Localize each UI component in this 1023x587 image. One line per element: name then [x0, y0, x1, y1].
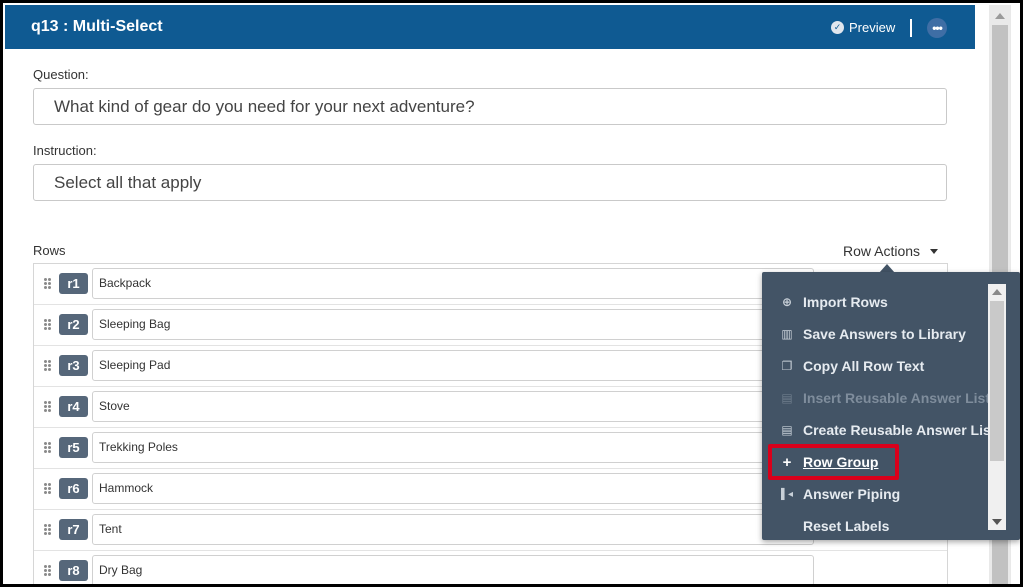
menu-item-save-answers[interactable]: ▥ Save Answers to Library [780, 324, 966, 344]
ellipsis-icon: ••• [932, 21, 943, 35]
row-id-badge: r5 [59, 437, 88, 458]
menu-item-label: Copy All Row Text [803, 358, 925, 374]
row-id-badge: r8 [59, 560, 88, 581]
drag-handle-icon[interactable] [44, 401, 52, 413]
question-input[interactable]: What kind of gear do you need for your n… [33, 88, 947, 125]
menu-item-reset-labels[interactable]: Reset Labels [780, 516, 889, 536]
row-id-badge: r2 [59, 314, 88, 335]
drag-handle-icon[interactable] [44, 360, 52, 372]
row-id-badge: r3 [59, 355, 88, 376]
row-actions-menu: ⊕ Import Rows ▥ Save Answers to Library … [762, 272, 1020, 540]
instruction-label: Instruction: [33, 143, 97, 158]
header-divider [910, 19, 912, 37]
app-frame: q13 : Multi-Select ✓ Preview ••• Questio… [0, 0, 1023, 587]
piping-icon: ▌◂ [780, 488, 794, 500]
drag-handle-icon[interactable] [44, 278, 52, 290]
more-options-button[interactable]: ••• [927, 18, 947, 38]
drag-handle-icon[interactable] [44, 483, 52, 495]
row-text-input[interactable]: Hammock [92, 473, 814, 504]
menu-scrollbar[interactable] [988, 284, 1006, 530]
instruction-input[interactable]: Select all that apply [33, 164, 947, 201]
menu-item-label: Create Reusable Answer List [803, 422, 996, 438]
question-title: q13 : Multi-Select [31, 18, 163, 35]
preview-button[interactable]: ✓ Preview [831, 20, 895, 35]
menu-item-label: Row Group [803, 454, 879, 470]
menu-item-import-rows[interactable]: ⊕ Import Rows [780, 292, 888, 312]
drag-handle-icon[interactable] [44, 565, 52, 577]
question-label: Question: [33, 67, 89, 82]
row-id-badge: r4 [59, 396, 88, 417]
menu-scroll-thumb[interactable] [990, 301, 1004, 461]
row-text-input[interactable]: Backpack [92, 268, 814, 299]
preview-label: Preview [849, 20, 896, 35]
row-id-badge: r1 [59, 273, 88, 294]
row-id-badge: r7 [59, 519, 88, 540]
menu-item-label: Insert Reusable Answer List [803, 390, 990, 406]
menu-item-copy-row-text[interactable]: ❐ Copy All Row Text [780, 356, 925, 376]
menu-item-label: Import Rows [803, 294, 888, 310]
drag-handle-icon[interactable] [44, 319, 52, 331]
menu-item-create-reusable-list[interactable]: ▤ Create Reusable Answer List [780, 420, 995, 440]
row-text-input[interactable]: Sleeping Bag [92, 309, 814, 340]
plus-icon: + [782, 453, 792, 471]
scroll-up-icon[interactable] [995, 13, 1005, 19]
clipboard-icon: ▤ [781, 423, 793, 437]
copy-icon: ❐ [781, 359, 793, 373]
table-row: r8 Dry Bag [34, 551, 947, 584]
scroll-down-icon[interactable] [992, 519, 1002, 525]
menu-item-label: Save Answers to Library [803, 326, 966, 342]
blank-icon [780, 519, 794, 533]
menu-item-answer-piping[interactable]: ▌◂ Answer Piping [780, 484, 900, 504]
caret-down-icon [930, 248, 939, 254]
drag-handle-icon[interactable] [44, 524, 52, 536]
drag-handle-icon[interactable] [44, 442, 52, 454]
row-actions-dropdown[interactable]: Row Actions [843, 243, 939, 259]
question-header: q13 : Multi-Select ✓ Preview ••• [5, 5, 975, 49]
row-text-input[interactable]: Sleeping Pad [92, 350, 814, 381]
row-text-input[interactable]: Trekking Poles [92, 432, 814, 463]
menu-item-row-group[interactable]: + Row Group [780, 452, 879, 472]
scroll-up-icon[interactable] [992, 289, 1002, 295]
rows-label: Rows [33, 243, 66, 258]
row-text-input[interactable]: Tent [92, 514, 814, 545]
menu-item-insert-reusable-list: ▤ Insert Reusable Answer List [780, 388, 990, 408]
row-id-badge: r6 [59, 478, 88, 499]
clipboard-icon: ▤ [781, 391, 793, 405]
row-text-input[interactable]: Stove [92, 391, 814, 422]
menu-item-label: Reset Labels [803, 518, 890, 534]
import-icon: ⊕ [781, 295, 793, 309]
check-circle-icon: ✓ [831, 21, 844, 34]
row-actions-label: Row Actions [843, 243, 921, 259]
row-text-input[interactable]: Dry Bag [92, 555, 814, 584]
library-icon: ▥ [781, 327, 793, 341]
menu-item-label: Answer Piping [803, 486, 901, 502]
